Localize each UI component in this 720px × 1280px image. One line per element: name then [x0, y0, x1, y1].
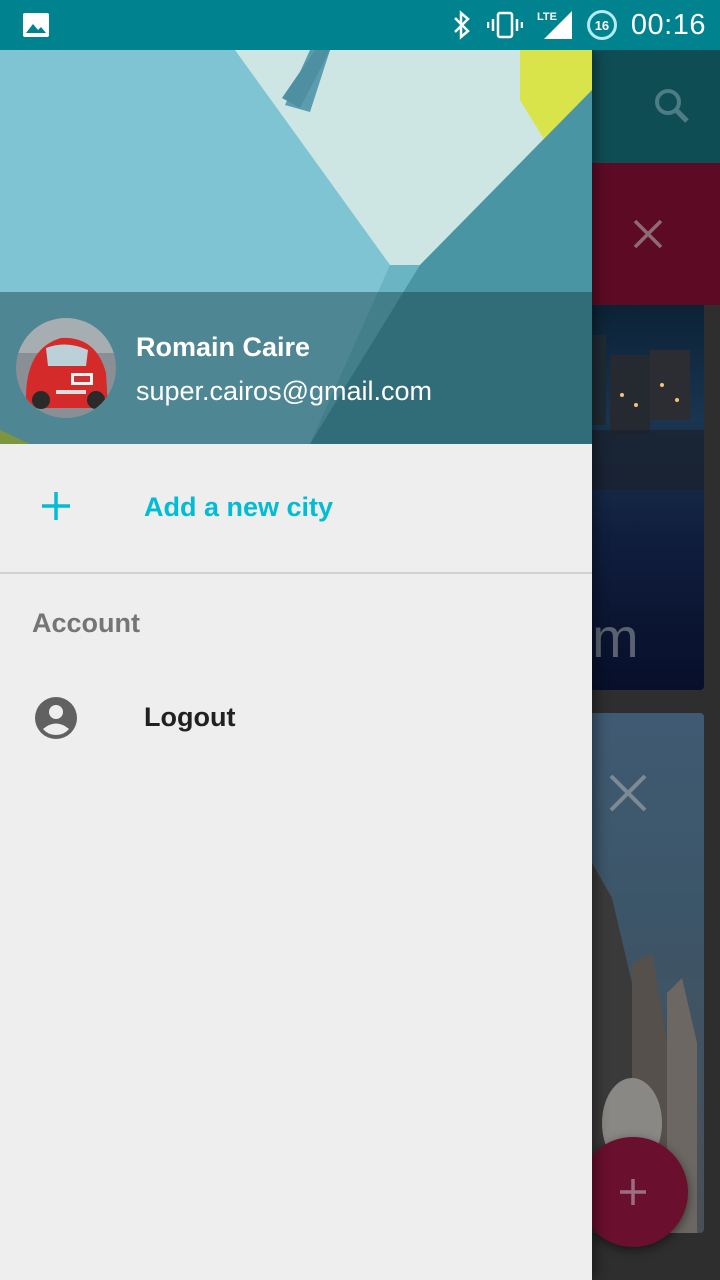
drawer-header: Romain Caire super.cairos@gmail.com [0, 50, 592, 444]
badge-icon: 16 [586, 10, 617, 40]
background-banner [592, 163, 720, 305]
background-app: m [592, 50, 720, 1280]
divider [0, 572, 592, 574]
user-email: super.cairos@gmail.com [136, 376, 433, 406]
close-icon[interactable] [632, 218, 664, 250]
fab-plus-icon [620, 1179, 646, 1205]
user-name: Romain Caire [136, 332, 311, 362]
signal-icon: LTE [537, 11, 572, 39]
clock: 00:16 [630, 8, 706, 41]
image-icon [23, 13, 49, 37]
avatar-car-image [16, 318, 116, 418]
bluetooth-icon [454, 10, 470, 40]
add-city-label: Add a new city [144, 492, 334, 522]
logout-label: Logout [144, 702, 236, 732]
avatar[interactable] [16, 318, 116, 418]
account-circle-icon [35, 697, 77, 739]
navigation-drawer: Romain Caire super.cairos@gmail.com Add … [0, 50, 592, 1280]
section-title-account: Account [32, 608, 140, 638]
logout-item[interactable]: Logout [0, 670, 592, 770]
add-city-item[interactable]: Add a new city [0, 444, 592, 572]
notification-badge-count: 16 [594, 17, 610, 33]
network-label: LTE [537, 11, 557, 23]
plus-icon [42, 492, 70, 520]
city-card-partial-text: m [592, 606, 639, 669]
status-bar: LTE 16 00:16 [0, 0, 720, 50]
background-toolbar [592, 50, 720, 163]
vibrate-icon [486, 11, 523, 39]
search-icon[interactable] [652, 86, 692, 126]
city-card[interactable]: m [592, 305, 704, 690]
